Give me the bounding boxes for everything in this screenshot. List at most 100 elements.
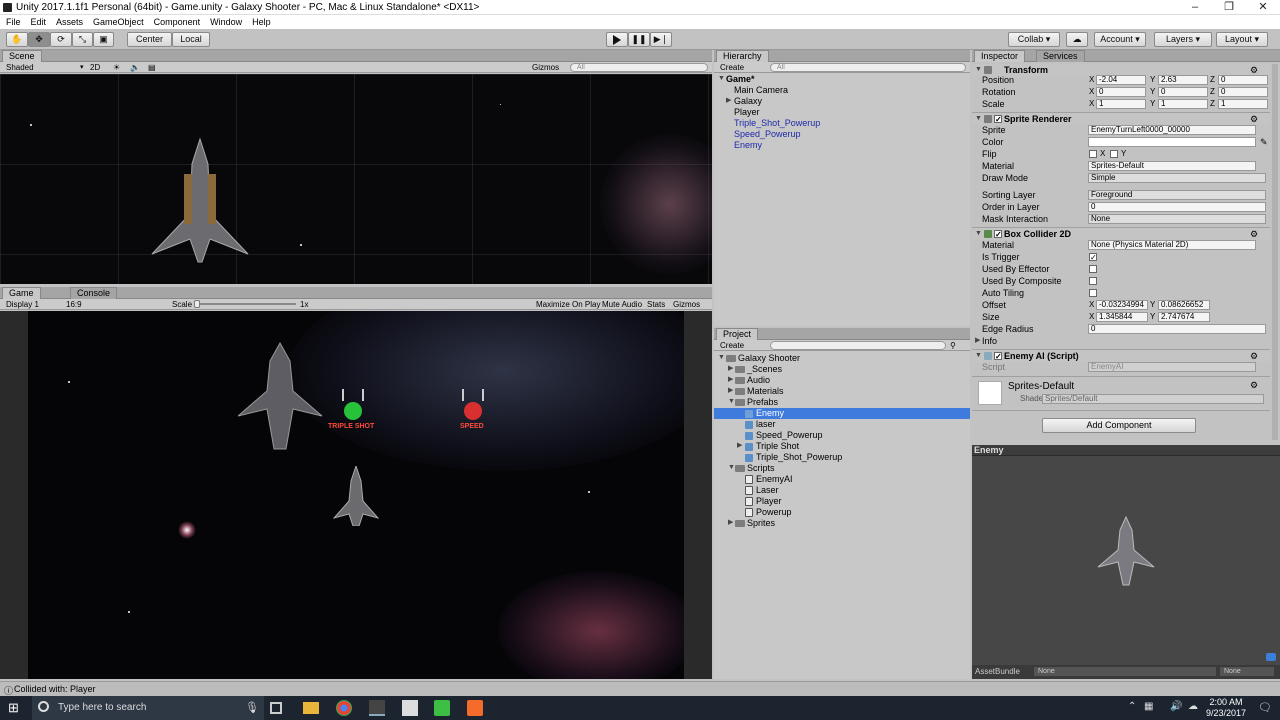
position-z-field[interactable]: 0 [1218,75,1268,85]
tab-console[interactable]: Console [70,287,118,299]
menu-assets[interactable]: Assets [52,15,87,29]
rotation-z-field[interactable]: 0 [1218,87,1268,97]
scene-viewport[interactable] [0,74,712,284]
step-button[interactable]: ▶❘ [650,32,672,47]
pivot-local-button[interactable]: Local [172,32,210,47]
hierarchy-item-main-camera[interactable]: Main Camera [714,85,970,96]
flip-x-checkbox[interactable] [1089,150,1097,158]
tab-project[interactable]: Project [716,328,759,340]
stats-toggle[interactable]: Stats [647,299,665,310]
rotate-tool-icon[interactable]: ⟳ [50,32,72,47]
game-viewport[interactable]: TRIPLE SHOT SPEED [28,311,684,679]
project-script-powerup[interactable]: Powerup [714,507,970,518]
project-prefab-speed-powerup[interactable]: Speed_Powerup [714,430,970,441]
effector-checkbox[interactable] [1089,265,1097,273]
enemy-ai-enabled-checkbox[interactable]: ✓ [994,352,1002,361]
project-create-dropdown[interactable]: Create [720,340,744,351]
action-center-icon[interactable]: 🗨 [1258,701,1272,714]
menu-edit[interactable]: Edit [27,15,51,29]
rotation-x-field[interactable]: 0 [1096,87,1146,97]
rotation-y-field[interactable]: 0 [1158,87,1208,97]
scene-root-row[interactable]: ▼ Game* [714,74,970,85]
menu-component[interactable]: Component [150,15,205,29]
eyedropper-icon[interactable]: ✎ [1260,136,1268,148]
tab-hierarchy[interactable]: Hierarchy [716,50,769,62]
rect-tool-icon[interactable]: ▣ [93,32,114,47]
position-x-field[interactable]: -2.04 [1096,75,1146,85]
collider-material-field[interactable]: None (Physics Material 2D) [1088,240,1256,250]
pause-button[interactable]: ❚❚ [628,32,650,47]
material-settings-icon[interactable]: ⚙ [1250,380,1258,391]
inspector-scrollbar[interactable] [1272,64,1278,440]
color-field[interactable] [1088,137,1256,147]
material-field[interactable]: Sprites-Default [1088,161,1256,171]
sorting-layer-dropdown[interactable]: Foreground [1088,190,1266,200]
preview-tag-icon[interactable] [1266,653,1276,661]
shading-dropdown[interactable]: Shaded [6,62,34,73]
taskbar-search-box[interactable]: Type here to search 🎙 [32,696,264,720]
play-button[interactable] [606,32,628,47]
project-folder-sprites[interactable]: ▶ Sprites [714,518,970,529]
project-prefab-enemy[interactable]: Enemy [714,408,970,419]
draw-mode-dropdown[interactable]: Simple [1088,173,1266,183]
scale-z-field[interactable]: 1 [1218,99,1268,109]
tab-game[interactable]: Game [2,287,41,299]
project-script-player[interactable]: Player [714,496,970,507]
collab-button[interactable]: Collab ▾ [1008,32,1060,47]
recorder-icon[interactable] [467,700,483,716]
project-folder-audio[interactable]: ▶ Audio [714,375,970,386]
scale-y-field[interactable]: 1 [1158,99,1208,109]
scene-gizmos-dropdown[interactable]: Gizmos [532,62,559,73]
project-prefab-triple-shot-powerup[interactable]: Triple_Shot_Powerup [714,452,970,463]
unity-taskbar-icon[interactable] [369,700,385,716]
project-prefab-triple-shot[interactable]: ▶ Triple Shot [714,441,970,452]
project-folder-prefabs[interactable]: ▼ Prefabs [714,397,970,408]
2d-toggle[interactable]: 2D [90,62,100,73]
edge-radius-field[interactable]: 0 [1088,324,1266,334]
mask-dropdown[interactable]: None [1088,214,1266,224]
composite-checkbox[interactable] [1089,277,1097,285]
menu-help[interactable]: Help [248,15,275,29]
hierarchy-search-input[interactable]: All [770,63,966,72]
auto-tiling-checkbox[interactable] [1089,289,1097,297]
minimize-icon[interactable]: – [1178,0,1212,15]
add-component-button[interactable]: Add Component [1042,418,1196,433]
hand-tool-icon[interactable]: ✋ [6,32,28,47]
sprite-renderer-enabled-checkbox[interactable]: ✓ [994,115,1002,124]
account-dropdown[interactable]: Account ▾ [1094,32,1146,47]
hierarchy-create-dropdown[interactable]: Create [720,62,744,73]
project-folder-materials[interactable]: ▶ Materials [714,386,970,397]
project-search-input[interactable] [770,341,946,350]
hierarchy-item-player[interactable]: Player [714,107,970,118]
project-prefab-laser[interactable]: laser [714,419,970,430]
mute-audio-toggle[interactable]: Mute Audio [602,299,642,310]
tray-chevron-icon[interactable]: ⌃ [1128,701,1136,712]
status-message[interactable]: Collided with: Player [14,684,96,694]
game-gizmos-dropdown[interactable]: Gizmos [673,299,700,310]
chrome-icon[interactable] [336,700,352,716]
hierarchy-item-galaxy[interactable]: ▶ Galaxy [714,96,970,107]
layers-dropdown[interactable]: Layers ▾ [1154,32,1212,47]
info-row[interactable]: ▶ Info [972,335,1270,347]
menu-window[interactable]: Window [206,15,246,29]
size-x-field[interactable]: 1.345844 [1096,312,1148,322]
file-explorer-icon[interactable] [303,702,319,714]
assetbundle-variant-dropdown[interactable]: None [1220,667,1274,676]
flip-y-checkbox[interactable] [1110,150,1118,158]
project-script-enemyai[interactable]: EnemyAI [714,474,970,485]
scene-search-input[interactable]: All [570,63,708,72]
project-folder-scenes[interactable]: ▶ _Scenes [714,364,970,375]
is-trigger-checkbox[interactable]: ✓ [1089,253,1097,262]
enemy-preview-sprite[interactable] [1096,515,1156,587]
filter-icon[interactable]: ⚲ [950,340,956,351]
tab-scene[interactable]: Scene [2,50,42,62]
scale-x-field[interactable]: 1 [1096,99,1146,109]
calculator-icon[interactable] [402,700,418,716]
project-script-laser[interactable]: Laser [714,485,970,496]
clock-time[interactable]: 2:00 AM [1205,697,1247,707]
lighting-icon[interactable]: ☀ [113,62,120,73]
scale-slider-handle[interactable] [194,300,200,308]
tray-volume-icon[interactable]: 🔊 [1170,701,1182,712]
maximize-icon[interactable]: ❐ [1212,0,1246,15]
clock-date[interactable]: 9/23/2017 [1203,708,1249,718]
